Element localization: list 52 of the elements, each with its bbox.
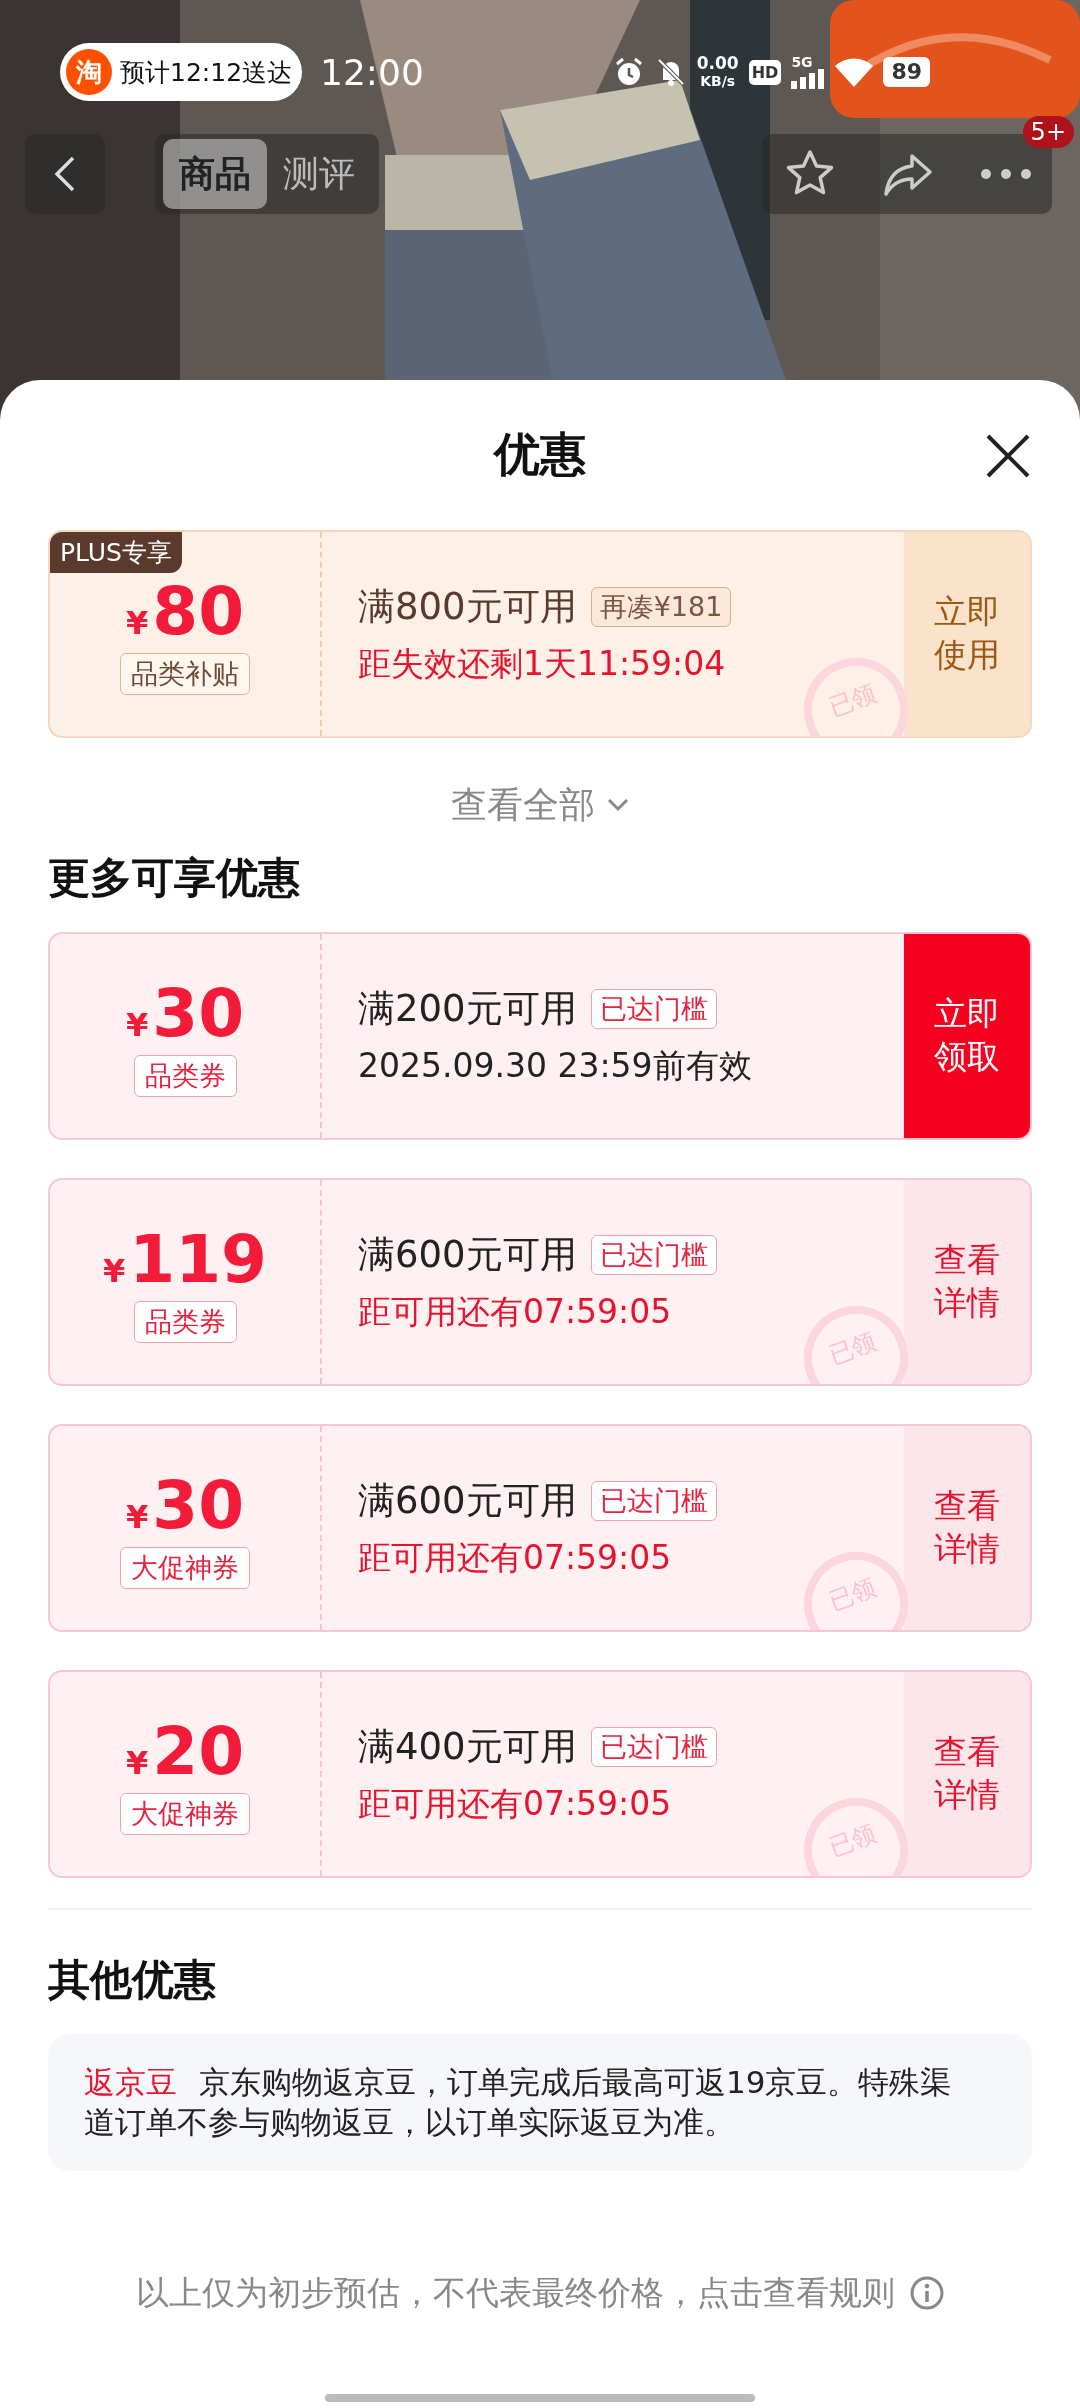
disclaimer-link[interactable]: 以上仅为初步预估，不代表最终价格，点击查看规则 — [135, 2270, 895, 2316]
coupon-amount: ¥30 — [125, 981, 245, 1047]
coupon-action-button[interactable]: 立即使用 — [904, 532, 1030, 736]
coupon-action-button[interactable]: 查看详情 — [904, 1180, 1030, 1384]
coupon-action-button[interactable]: 查看详情 — [904, 1672, 1030, 1876]
coupon-amount: ¥119 — [102, 1227, 267, 1293]
coupon-amount: ¥30 — [125, 1473, 245, 1539]
network-type: 5G — [791, 55, 813, 69]
coupon-validity: 距可用还有07:59:05 — [358, 1782, 673, 1825]
coupon-action-button[interactable]: 立即领取 — [904, 934, 1030, 1138]
delivery-notification-pill[interactable]: 淘 预计12:12送达 — [60, 43, 303, 101]
coupon-validity: 距可用还有07:59:05 — [358, 1290, 673, 1333]
battery-icon: 89 — [883, 57, 930, 87]
section-title: 更多可享优惠 — [48, 852, 301, 904]
threshold-tag: 已达门槛 — [590, 1726, 717, 1767]
rebate-text: 返京豆 京东购物返京豆，订单完成后最高可返19京豆。特殊渠道订单不参与购物返豆，以订单实际返豆为准。 — [84, 2063, 953, 2143]
wifi-icon — [835, 57, 874, 87]
signal-icon — [791, 69, 826, 89]
show-all-link[interactable]: 查看全部 — [48, 770, 1032, 840]
coupon-condition: 满400元可用 — [358, 1723, 577, 1770]
back-button[interactable] — [25, 134, 105, 214]
coupon-condition: 满800元可用 — [358, 583, 577, 630]
chevron-down-icon — [607, 798, 629, 812]
nav-tab[interactable]: 测评 — [267, 139, 371, 209]
threshold-tag: 已达门槛 — [590, 1480, 717, 1521]
section-title: 其他优惠 — [48, 1954, 217, 2006]
close-icon[interactable] — [984, 432, 1032, 480]
clock-time: 12:00 — [320, 51, 424, 93]
net-speed-value: 0.00 — [696, 54, 739, 72]
coupon-condition: 满200元可用 — [358, 985, 577, 1032]
coupon-validity: 2025.09.30 23:59前有效 — [358, 1044, 753, 1087]
coupon-condition: 满600元可用 — [358, 1231, 577, 1278]
coupon-type-tag: 大促神券 — [120, 1793, 250, 1835]
coupon-type-tag: 品类补贴 — [120, 653, 250, 695]
threshold-tag: 已达门槛 — [590, 988, 717, 1029]
info-icon[interactable] — [908, 2275, 945, 2312]
plus-badge: PLUS专享 — [50, 532, 182, 573]
coupon-validity: 距可用还有07:59:05 — [358, 1536, 673, 1579]
coupon-type-tag: 品类券 — [133, 1301, 237, 1343]
coupon-amount: ¥80 — [125, 579, 245, 645]
nav-tab[interactable]: 商品 — [163, 139, 267, 209]
threshold-tag: 已达门槛 — [590, 1234, 717, 1275]
threshold-tag: 再凑¥181 — [590, 586, 732, 627]
coupon-action-button[interactable]: 查看详情 — [904, 1426, 1030, 1630]
back-icon — [53, 154, 77, 194]
coupon-validity: 距失效还剩1天11:59:04 — [358, 642, 727, 685]
coupon-amount: ¥20 — [125, 1719, 245, 1785]
sheet-title: 优惠 — [494, 426, 586, 483]
coupon-condition: 满600元可用 — [358, 1477, 577, 1524]
net-speed-unit: KB/s — [700, 72, 736, 90]
coupon-type-tag: 大促神券 — [120, 1547, 250, 1589]
coupon-type-tag: 品类券 — [133, 1055, 237, 1097]
